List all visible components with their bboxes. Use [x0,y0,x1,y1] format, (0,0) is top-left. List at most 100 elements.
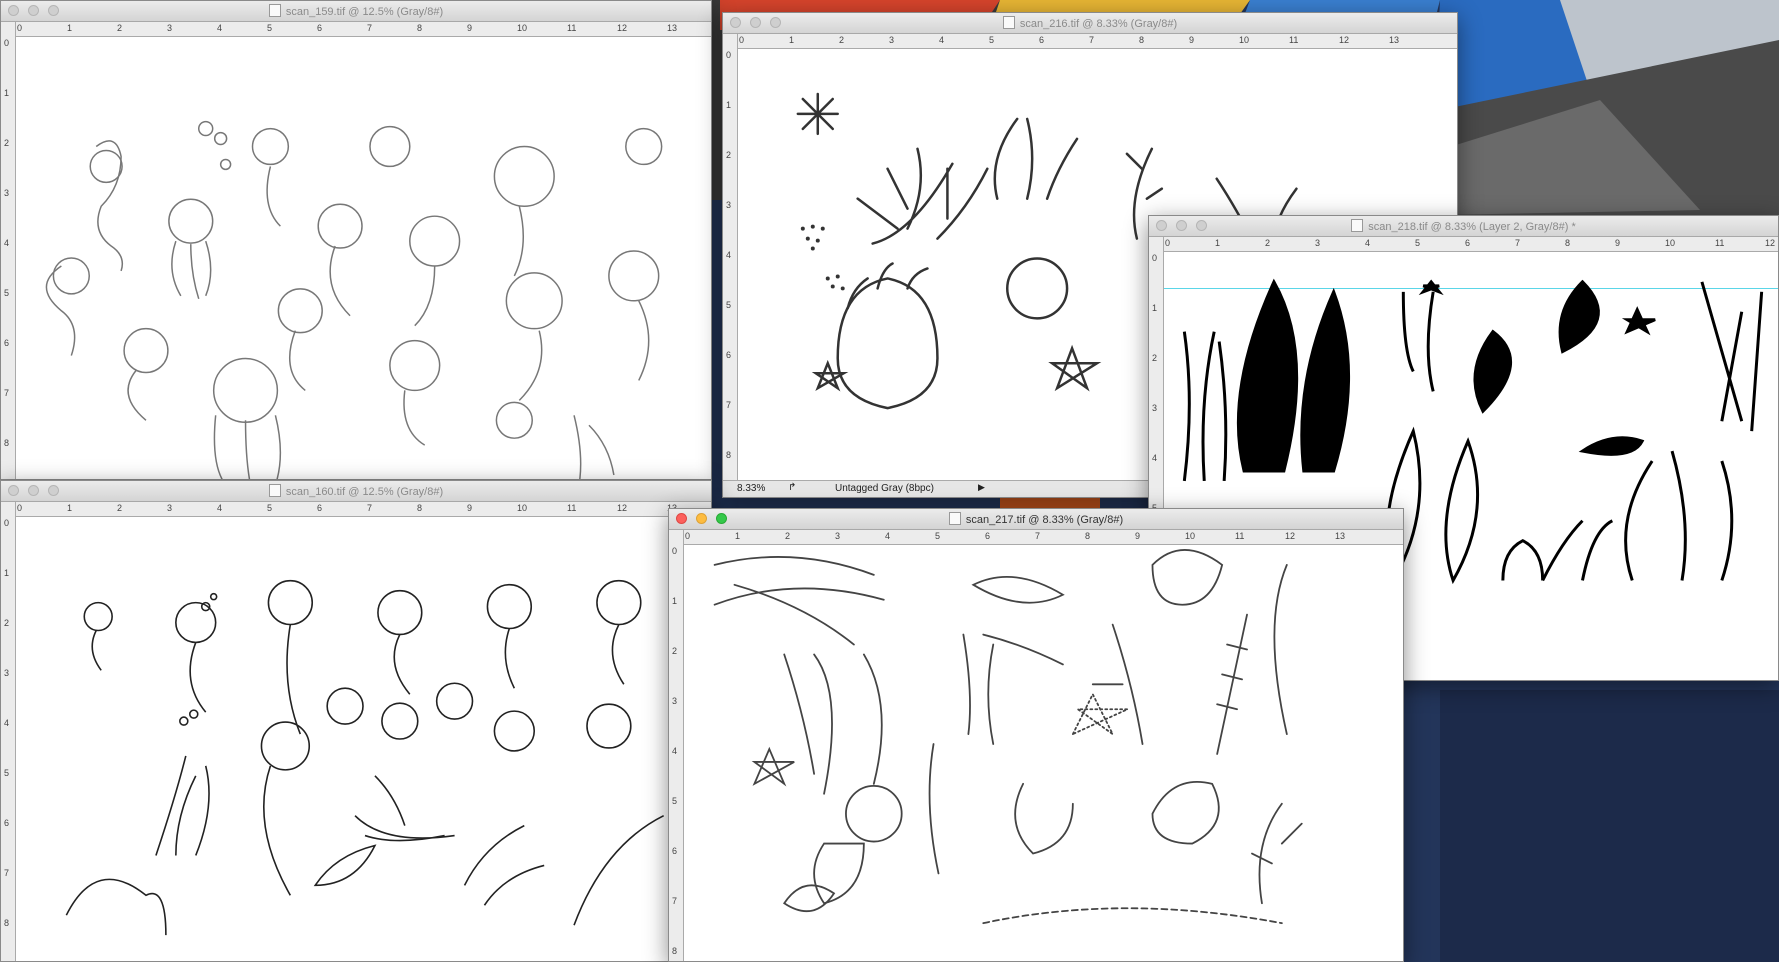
ruler-tick-label: 0 [17,23,23,33]
horizontal-ruler[interactable]: 012345678910111213 [737,34,1457,49]
ruler-tick-label: 2 [4,618,10,628]
ruler-tick-label: 1 [735,531,741,541]
vertical-ruler[interactable]: 0 1 2 3 4 5 6 7 8 [723,34,738,497]
ruler-tick-label: 11 [567,23,577,33]
ruler-tick-label: 8 [726,450,732,460]
ruler-tick-label: 9 [467,23,473,33]
window-title: scan_159.tif @ 12.5% (Gray/8#) [1,4,711,18]
ruler-tick-label: 12 [617,23,628,33]
ruler-tick-label: 6 [985,531,991,541]
window-title: scan_217.tif @ 8.33% (Gray/8#) [669,512,1403,526]
ruler-tick-label: 0 [672,546,678,556]
ruler-tick-label: 12 [1765,238,1776,248]
ruler-tick-label: 13 [667,23,678,33]
ruler-tick-label: 2 [672,646,678,656]
ruler-tick-label: 1 [672,596,678,606]
ruler-tick-label: 6 [1039,35,1045,45]
ruler-tick-label: 2 [1265,238,1271,248]
ruler-tick-label: 2 [785,531,791,541]
ruler-tick-label: 4 [726,250,732,260]
ruler-tick-label: 2 [839,35,845,45]
ruler-tick-label: 8 [4,918,10,928]
ruler-tick-label: 4 [217,503,223,513]
ruler-tick-label: 1 [726,100,732,110]
ruler-tick-label: 4 [939,35,945,45]
titlebar[interactable]: scan_216.tif @ 8.33% (Gray/8#) [723,13,1457,34]
ruler-tick-label: 9 [1135,531,1141,541]
ruler-tick-label: 13 [1335,531,1346,541]
ruler-tick-label: 4 [4,718,10,728]
window-title: scan_160.tif @ 12.5% (Gray/8#) [1,484,711,498]
ruler-tick-label: 0 [4,38,10,48]
zoom-level[interactable]: 8.33% [737,483,765,494]
ruler-tick-label: 6 [726,350,732,360]
ruler-tick-label: 4 [1152,453,1158,463]
ruler-tick-label: 8 [672,946,678,956]
ruler-tick-label: 1 [1152,303,1158,313]
document-canvas[interactable] [16,37,711,479]
ruler-tick-label: 3 [835,531,841,541]
status-menu-arrow-icon[interactable]: ▶ [978,482,985,493]
ruler-tick-label: 5 [267,23,273,33]
ruler-tick-label: 5 [989,35,995,45]
titlebar[interactable]: scan_218.tif @ 8.33% (Layer 2, Gray/8#) … [1149,216,1778,237]
ruler-tick-label: 5 [1415,238,1421,248]
window-scan-217[interactable]: scan_217.tif @ 8.33% (Gray/8#) 012345678… [668,508,1404,962]
document-icon [268,484,281,497]
ruler-tick-label: 6 [1465,238,1471,248]
ruler-tick-label: 0 [739,35,745,45]
document-canvas[interactable] [16,517,711,961]
horizontal-ruler[interactable]: 012345678910111213 [683,530,1403,545]
document-icon [948,512,961,525]
horizontal-ruler[interactable]: 012345678910111213 [1163,237,1778,252]
ruler-tick-label: 4 [672,746,678,756]
ruler-tick-label: 11 [1289,35,1299,45]
ruler-tick-label: 2 [117,23,123,33]
titlebar[interactable]: scan_217.tif @ 8.33% (Gray/8#) [669,509,1403,530]
ruler-tick-label: 7 [367,503,373,513]
desktop: scan_159.tif @ 12.5% (Gray/8#) 012345678… [0,0,1779,962]
horizontal-ruler[interactable]: 012345678910111213 [15,502,711,517]
ruler-tick-label: 5 [672,796,678,806]
ruler-tick-label: 3 [4,188,10,198]
ruler-tick-label: 8 [417,503,423,513]
ruler-tick-label: 3 [672,696,678,706]
ruler-tick-label: 12 [1285,531,1296,541]
ruler-tick-label: 12 [617,503,628,513]
vertical-ruler[interactable]: 0 1 2 3 4 5 6 7 8 [1,22,16,479]
ruler-tick-label: 9 [1615,238,1621,248]
ruler-tick-label: 5 [4,768,10,778]
ruler-tick-label: 10 [1185,531,1196,541]
ruler-tick-label: 1 [4,568,10,578]
vertical-ruler[interactable]: 0 1 2 3 4 5 6 7 8 [1,502,16,961]
horizontal-ruler[interactable]: 012345678910111213 [15,22,711,37]
ruler-tick-label: 8 [1139,35,1145,45]
window-scan-160[interactable]: scan_160.tif @ 12.5% (Gray/8#) 012345678… [0,480,712,962]
ruler-tick-label: 2 [117,503,123,513]
ruler-tick-label: 4 [885,531,891,541]
titlebar[interactable]: scan_159.tif @ 12.5% (Gray/8#) [1,1,711,22]
ruler-tick-label: 0 [4,518,10,528]
ruler-tick-label: 7 [367,23,373,33]
ruler-tick-label: 5 [4,288,10,298]
ruler-tick-label: 1 [67,503,73,513]
document-icon [268,4,281,17]
document-canvas[interactable] [684,545,1403,961]
ruler-tick-label: 5 [267,503,273,513]
titlebar[interactable]: scan_160.tif @ 12.5% (Gray/8#) [1,481,711,502]
ruler-tick-label: 0 [1165,238,1171,248]
ruler-tick-label: 2 [4,138,10,148]
ruler-tick-label: 5 [726,300,732,310]
ruler-tick-label: 8 [417,23,423,33]
window-scan-159[interactable]: scan_159.tif @ 12.5% (Gray/8#) 012345678… [0,0,712,480]
window-title-text: scan_159.tif @ 12.5% (Gray/8#) [285,6,444,18]
ruler-tick-label: 11 [1235,531,1245,541]
share-icon[interactable]: ↱ [788,482,796,493]
ruler-tick-label: 8 [1085,531,1091,541]
ruler-tick-label: 7 [1035,531,1041,541]
vertical-ruler[interactable]: 0 1 2 3 4 5 6 7 8 [669,530,684,961]
ruler-tick-label: 10 [1239,35,1250,45]
ruler-tick-label: 7 [1089,35,1095,45]
ruler-tick-label: 10 [517,23,528,33]
ruler-tick-label: 10 [1665,238,1676,248]
